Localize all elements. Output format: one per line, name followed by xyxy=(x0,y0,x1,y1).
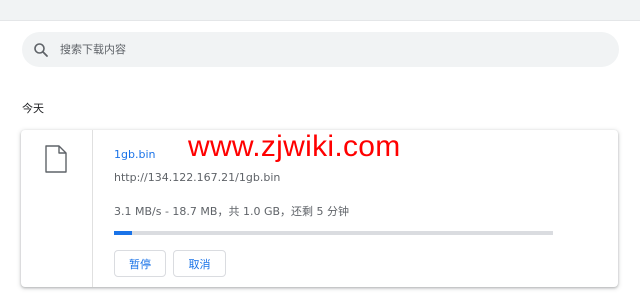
file-icon-column xyxy=(21,130,93,287)
download-progress-fill xyxy=(114,231,132,235)
download-progress-bar xyxy=(114,231,553,235)
search-icon xyxy=(33,42,49,58)
cancel-button[interactable]: 取消 xyxy=(173,250,226,277)
file-icon xyxy=(45,145,67,173)
file-url-link[interactable]: http://134.122.167.21/1gb.bin xyxy=(114,171,280,184)
download-status-text: 3.1 MB/s - 18.7 MB，共 1.0 GB，还剩 5 分钟 xyxy=(114,205,350,218)
download-item-card: 1gb.bin www.zjwiki.com http://134.122.16… xyxy=(21,130,618,287)
search-bar[interactable] xyxy=(22,32,619,67)
top-strip xyxy=(0,0,640,21)
pause-button[interactable]: 暂停 xyxy=(114,250,166,277)
date-section-header: 今天 xyxy=(22,102,44,115)
search-input[interactable] xyxy=(60,32,580,67)
file-name-link[interactable]: 1gb.bin xyxy=(114,148,155,161)
watermark: www.zjwiki.com xyxy=(188,130,401,163)
